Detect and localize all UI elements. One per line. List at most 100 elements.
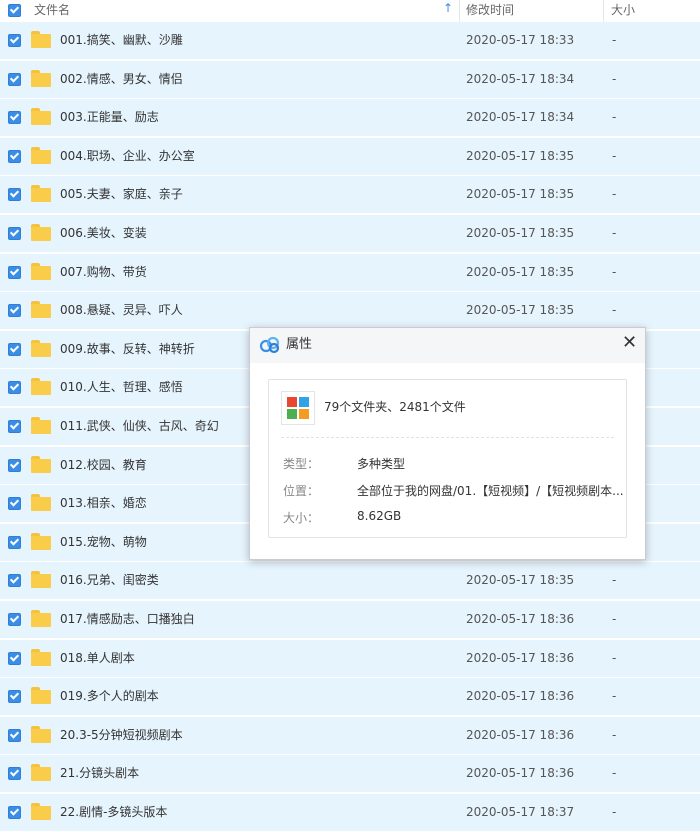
folder-icon — [31, 301, 51, 318]
column-divider[interactable] — [459, 0, 460, 22]
file-name[interactable]: 22.剧情-多镜头版本 — [60, 794, 167, 830]
file-name[interactable]: 009.故事、反转、神转折 — [60, 331, 195, 367]
file-name[interactable]: 010.人生、哲理、感悟 — [60, 369, 183, 405]
modified-time: 2020-05-17 18:35 — [466, 187, 575, 201]
file-row[interactable]: 002.情感、男女、情侣 2020-05-17 18:34 - — [0, 61, 700, 99]
properties-panel: 79个文件夹、2481个文件 类型： 多种类型 位置： 全部位于我的网盘/01.… — [268, 379, 627, 538]
folder-icon — [31, 649, 51, 666]
column-header-size[interactable]: 大小 — [611, 0, 635, 22]
row-checkbox[interactable] — [8, 343, 21, 356]
location-value[interactable]: 全部位于我的网盘/01.【短视频】/【短视频剧本... — [357, 482, 624, 499]
selection-summary: 79个文件夹、2481个文件 — [324, 400, 466, 414]
file-size: - — [612, 226, 617, 240]
folder-icon — [31, 224, 51, 241]
file-row[interactable]: 22.剧情-多镜头版本 2020-05-17 18:37 - — [0, 794, 700, 832]
file-row[interactable]: 016.兄弟、闺密类 2020-05-17 18:35 - — [0, 562, 700, 600]
file-name[interactable]: 012.校园、教育 — [60, 447, 147, 483]
row-checkbox[interactable] — [8, 227, 21, 240]
row-checkbox[interactable] — [8, 767, 21, 780]
row-checkbox[interactable] — [8, 652, 21, 665]
file-size: - — [612, 72, 617, 86]
folder-icon — [31, 185, 51, 202]
modified-time: 2020-05-17 18:35 — [466, 573, 575, 587]
size-value: 8.62GB — [357, 509, 402, 523]
row-checkbox[interactable] — [8, 34, 21, 47]
modified-time: 2020-05-17 18:36 — [466, 728, 575, 742]
folder-icon — [31, 494, 51, 511]
file-name[interactable]: 011.武侠、仙侠、古风、奇幻 — [60, 408, 219, 444]
file-name[interactable]: 21.分镜头剧本 — [60, 755, 139, 791]
type-label: 类型： — [283, 457, 320, 471]
row-checkbox[interactable] — [8, 304, 21, 317]
modified-time: 2020-05-17 18:33 — [466, 33, 575, 47]
size-label: 大小： — [283, 511, 320, 525]
file-size: - — [612, 149, 617, 163]
file-name[interactable]: 018.单人剧本 — [60, 640, 135, 676]
row-checkbox[interactable] — [8, 111, 21, 124]
file-name[interactable]: 019.多个人的剧本 — [60, 678, 159, 714]
folder-icon — [31, 108, 51, 125]
row-checkbox[interactable] — [8, 188, 21, 201]
file-name[interactable]: 003.正能量、励志 — [60, 99, 159, 135]
file-name[interactable]: 017.情感励志、口播独白 — [60, 601, 195, 637]
row-checkbox[interactable] — [8, 536, 21, 549]
row-checkbox[interactable] — [8, 420, 21, 433]
type-value: 多种类型 — [357, 457, 406, 471]
file-size: - — [612, 612, 617, 626]
file-row[interactable]: 007.购物、带货 2020-05-17 18:35 - — [0, 254, 700, 292]
file-row[interactable]: 20.3-5分钟短视频剧本 2020-05-17 18:36 - — [0, 717, 700, 755]
file-row[interactable]: 001.搞笑、幽默、沙雕 2020-05-17 18:33 - — [0, 22, 700, 60]
row-checkbox[interactable] — [8, 613, 21, 626]
file-name[interactable]: 015.宠物、萌物 — [60, 524, 147, 560]
row-checkbox[interactable] — [8, 497, 21, 510]
file-name[interactable]: 013.相亲、婚恋 — [60, 485, 147, 521]
row-checkbox[interactable] — [8, 266, 21, 279]
column-header-modified[interactable]: 修改时间 — [466, 0, 514, 22]
folder-icon — [31, 70, 51, 87]
row-checkbox[interactable] — [8, 806, 21, 819]
file-size: - — [612, 689, 617, 703]
file-row[interactable]: 004.职场、企业、办公室 2020-05-17 18:35 - — [0, 138, 700, 176]
file-row[interactable]: 019.多个人的剧本 2020-05-17 18:36 - — [0, 678, 700, 716]
sort-asc-icon[interactable]: ↑ — [443, 1, 453, 15]
row-checkbox[interactable] — [8, 729, 21, 742]
file-row[interactable]: 017.情感励志、口播独白 2020-05-17 18:36 - — [0, 601, 700, 639]
row-checkbox[interactable] — [8, 459, 21, 472]
file-name[interactable]: 016.兄弟、闺密类 — [60, 562, 159, 598]
file-name[interactable]: 008.悬疑、灵异、吓人 — [60, 292, 183, 328]
close-icon[interactable]: ✕ — [622, 332, 637, 354]
location-label: 位置： — [283, 484, 320, 498]
modified-time: 2020-05-17 18:36 — [466, 612, 575, 626]
column-divider[interactable] — [603, 0, 604, 22]
row-checkbox[interactable] — [8, 73, 21, 86]
file-name[interactable]: 004.职场、企业、办公室 — [60, 138, 195, 174]
file-name[interactable]: 005.夫妻、家庭、亲子 — [60, 176, 183, 212]
properties-dialog: 属性 ✕ 79个文件夹、2481个文件 类型： 多种类型 位置： 全部位于我的网… — [249, 327, 646, 560]
file-row[interactable]: 018.单人剧本 2020-05-17 18:36 - — [0, 640, 700, 678]
file-name[interactable]: 001.搞笑、幽默、沙雕 — [60, 22, 183, 58]
modified-time: 2020-05-17 18:36 — [466, 766, 575, 780]
select-all-checkbox[interactable] — [8, 4, 21, 17]
file-name[interactable]: 20.3-5分钟短视频剧本 — [60, 717, 183, 753]
row-checkbox[interactable] — [8, 381, 21, 394]
dialog-title: 属性 — [286, 337, 313, 352]
file-list-header: 文件名 ↑ 修改时间 大小 — [0, 0, 700, 23]
row-checkbox[interactable] — [8, 150, 21, 163]
row-checkbox[interactable] — [8, 690, 21, 703]
file-name[interactable]: 006.美妆、变装 — [60, 215, 147, 251]
file-row[interactable]: 008.悬疑、灵异、吓人 2020-05-17 18:35 - — [0, 292, 700, 330]
folder-icon — [31, 340, 51, 357]
file-row[interactable]: 003.正能量、励志 2020-05-17 18:34 - — [0, 99, 700, 137]
dialog-header[interactable]: 属性 ✕ — [250, 328, 645, 363]
file-row[interactable]: 21.分镜头剧本 2020-05-17 18:36 - — [0, 755, 700, 793]
file-size: - — [612, 33, 617, 47]
modified-time: 2020-05-17 18:35 — [466, 303, 575, 317]
cloud-logo-icon — [259, 336, 280, 354]
file-name[interactable]: 002.情感、男女、情侣 — [60, 61, 183, 97]
file-row[interactable]: 006.美妆、变装 2020-05-17 18:35 - — [0, 215, 700, 253]
file-name[interactable]: 007.购物、带货 — [60, 254, 147, 290]
file-row[interactable]: 005.夫妻、家庭、亲子 2020-05-17 18:35 - — [0, 176, 700, 214]
column-header-name[interactable]: 文件名 — [34, 0, 70, 22]
row-checkbox[interactable] — [8, 574, 21, 587]
modified-time: 2020-05-17 18:37 — [466, 805, 575, 819]
